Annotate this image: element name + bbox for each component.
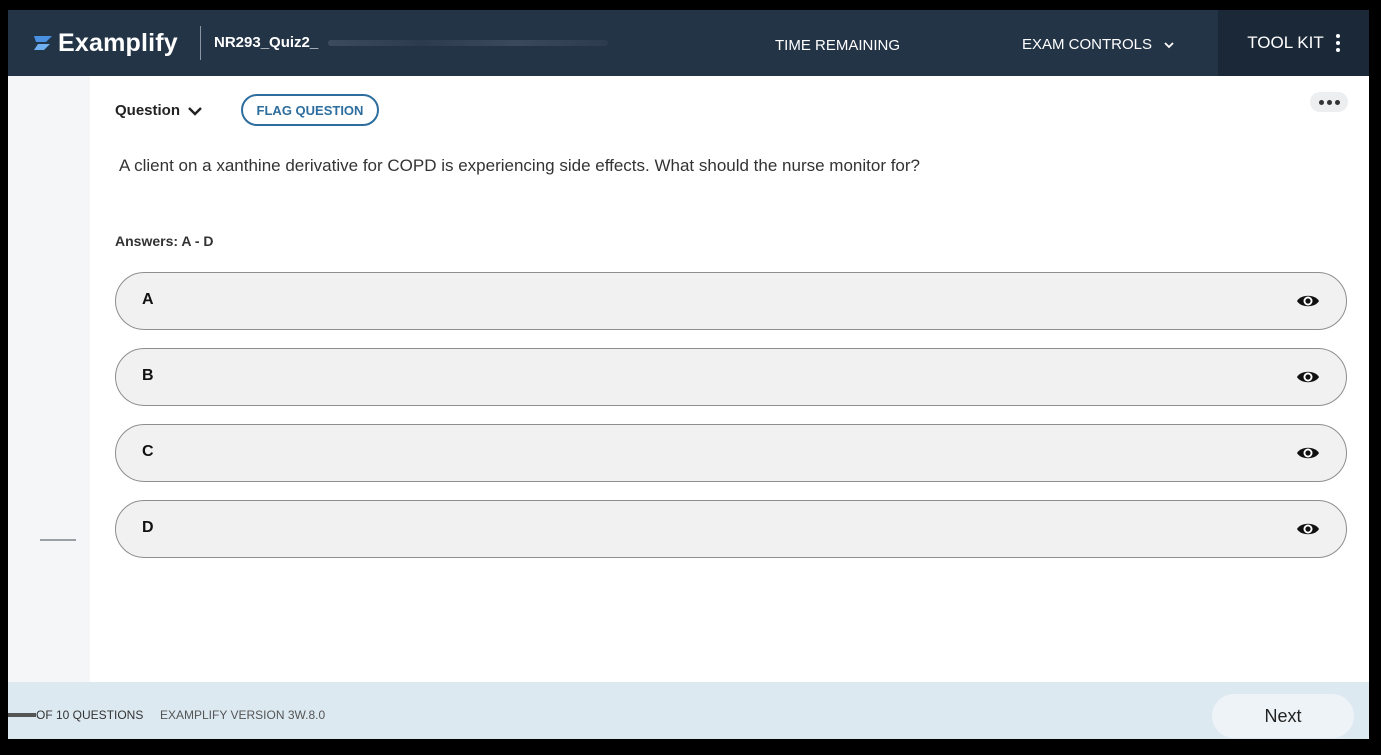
version-label: EXAMPLIFY VERSION 3W.8.0 [160,708,326,722]
eye-icon[interactable] [1296,443,1320,463]
toolkit-label: TOOL KIT [1247,33,1324,52]
header-divider [200,26,201,60]
exam-window: Examplify NR293_Quiz2_ TIME REMAINING EX… [8,10,1369,739]
option-letter: C [142,443,154,460]
option-letter: B [142,367,154,384]
question-selector[interactable]: Question [115,102,202,119]
examplify-logo-icon [34,36,52,50]
exam-controls-label: EXAM CONTROLS [1022,36,1153,53]
examplify-logo: Examplify [32,28,178,58]
footer-bar: OF 10 QUESTIONS EXAMPLIFY VERSION 3W.8.0… [8,682,1369,739]
exam-name: NR293_Quiz2_ [214,34,319,51]
kebab-menu-icon [1335,34,1340,52]
more-horizontal-icon[interactable] [1310,92,1348,112]
question-selector-label: Question [115,102,181,119]
rail-marker [40,539,76,541]
question-number-redacted [8,713,36,717]
option-letter: A [142,291,154,308]
answers-label: Answers: A - D [115,233,214,249]
left-rail [8,76,90,682]
exam-name-redacted [328,40,608,46]
option-letter: D [142,519,154,536]
answer-option-d[interactable]: D [115,500,1347,558]
logo-text: Examplify [58,28,178,57]
time-remaining-label: TIME REMAINING [775,37,901,54]
flag-question-button[interactable]: FLAG QUESTION [241,94,379,126]
answer-option-b[interactable]: B [115,348,1347,406]
chevron-down-icon [1164,41,1174,48]
toolkit-button[interactable]: TOOL KIT [1218,10,1369,76]
eye-icon[interactable] [1296,519,1320,539]
eye-icon[interactable] [1296,291,1320,311]
answer-option-a[interactable]: A [115,272,1347,330]
next-button[interactable]: Next [1212,694,1354,738]
top-bar: Examplify NR293_Quiz2_ TIME REMAINING EX… [8,10,1369,76]
eye-icon[interactable] [1296,367,1320,387]
chevron-down-icon [188,106,202,116]
question-text: A client on a xanthine derivative for CO… [119,156,920,175]
answer-option-c[interactable]: C [115,424,1347,482]
question-count: OF 10 QUESTIONS [36,708,144,722]
exam-controls-button[interactable]: EXAM CONTROLS [1022,36,1174,53]
